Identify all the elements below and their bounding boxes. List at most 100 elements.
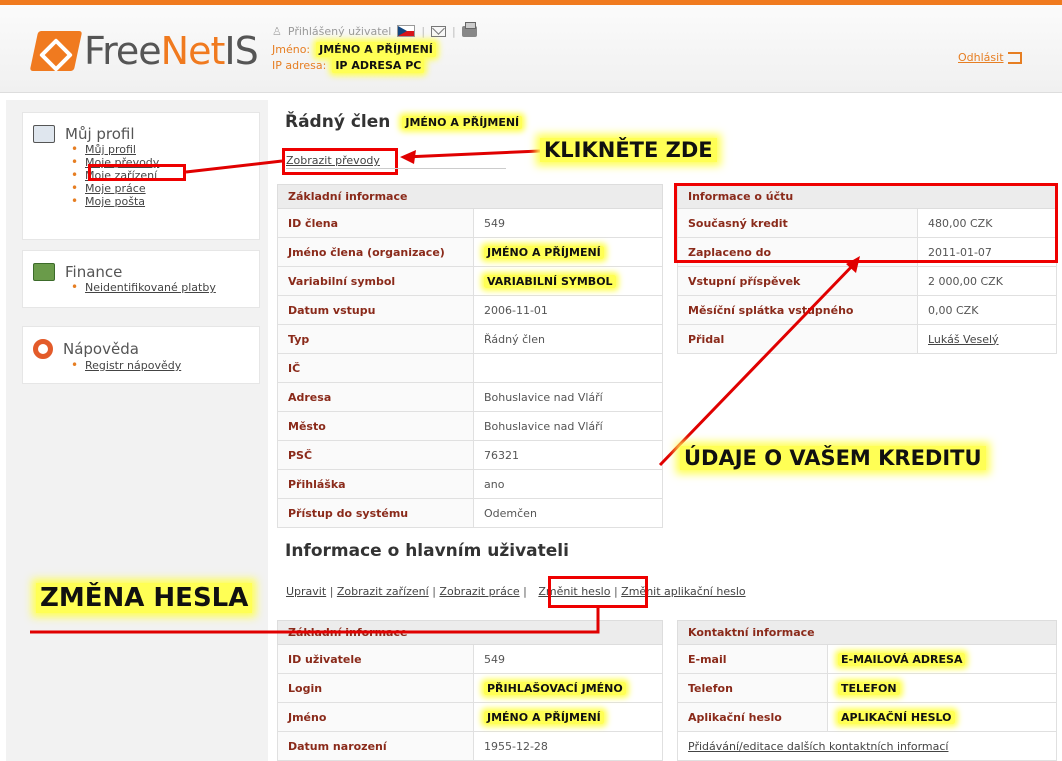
row-value: ano [473,469,663,499]
ip-value: IP ADRESA PC [332,57,425,73]
table-row: Jméno JMÉNO A PŘÍJMENÍ [277,702,663,732]
table-row: Město Bohuslavice nad Vláří [277,411,663,441]
table-row: E-mail E-MAILOVÁ ADRESA [677,644,1057,674]
sidebar-item-my-mail[interactable]: Moje pošta [71,195,259,208]
row-value: Bohuslavice nad Vláří [473,382,663,412]
table-row: Datum narození 1955-12-28 [277,731,663,761]
print-icon[interactable] [461,21,477,37]
sidebar-item-my-profile[interactable]: Můj profil [71,143,259,156]
page-title-text: Řádný člen [285,112,391,132]
row-key: Datum narození [277,731,474,761]
annotation-credit: ÚDAJE O VAŠEM KREDITU [680,446,986,470]
logout[interactable]: Odhlásit [958,51,1022,64]
row-key: Variabilní symbol [277,266,474,296]
logout-icon[interactable] [1007,51,1022,64]
top-link-underline [286,168,506,169]
user-info: ♙ Přihlášený uživatel | | Jméno: JMÉNO A… [272,21,477,73]
table-row: Přístup do systému Odemčen [277,498,663,528]
row-value: 76321 [473,440,663,470]
name-label: Jméno: [272,42,311,56]
table-row: Měsíční splátka vstupného 0,00 CZK [677,295,1057,325]
row-value: E-MAILOVÁ ADRESA [838,652,966,666]
row-key: Přihláška [277,469,474,499]
annotation-box-change-password [548,576,648,608]
table-row: IČ [277,353,663,383]
edit-link[interactable]: Upravit [286,585,326,598]
logo-text-is: IS [224,29,258,73]
row-value: TELEFON [838,681,900,695]
sidebar-item-my-profile-link[interactable]: Můj profil [85,143,136,156]
logo-text-net: Net [160,29,226,73]
show-devices-link[interactable]: Zobrazit zařízení [337,585,429,598]
czech-flag-icon[interactable] [397,25,416,37]
sidebar-item-help-registry[interactable]: Registr nápovědy [71,359,259,372]
table-row: ID člena 549 [277,208,663,238]
row-value: PŘIHLAŠOVACÍ JMÉNO [484,681,626,695]
row-value: 2 000,00 CZK [917,266,1057,296]
table-row: Přihláška ano [277,469,663,499]
sidebar-item-my-mail-link[interactable]: Moje pošta [85,195,145,208]
profile-card-icon [33,125,55,143]
user-icon: ♙ [272,24,282,38]
table-row: PSČ 76321 [277,440,663,470]
row-value [473,353,663,383]
sidebar-item-my-works[interactable]: Moje práce [71,182,259,195]
table-row: Jméno člena (organizace) JMÉNO A PŘÍJMENÍ [277,237,663,267]
sidebar-item-unidentified-payments-link[interactable]: Neidentifikované platby [85,281,216,294]
table-row: ID uživatele 549 [277,644,663,674]
row-value: VARIABILNÍ SYMBOL [484,274,616,288]
table-row: Aplikační heslo APLIKAČNÍ HESLO [677,702,1057,732]
lifebuoy-icon [33,339,53,359]
money-icon [33,263,55,281]
table-row: Typ Řádný člen [277,324,663,354]
user-basic-table: Základní informace ID uživatele 549 Login… [277,620,663,761]
row-value: Bohuslavice nad Vláří [473,411,663,441]
sidebar-help-box: Nápověda Registr nápovědy [22,326,260,384]
table-row: Přidal Lukáš Veselý [677,324,1057,354]
edit-contacts-link[interactable]: Přidávání/editace dalších kontaktních in… [688,740,948,753]
sidebar-item-unidentified-payments[interactable]: Neidentifikované platby [71,281,259,294]
row-value: APLIKAČNÍ HESLO [838,710,955,724]
row-key: Město [277,411,474,441]
row-value: Odemčen [473,498,663,528]
row-value: 549 [473,644,663,674]
row-key: Telefon [677,673,828,703]
page-title: Řádný člen JMÉNO A PŘÍJMENÍ [285,112,523,132]
row-key: Datum vstupu [277,295,474,325]
logo-text-free: Free [84,29,162,73]
sidebar: Můj profil Můj profil Moje převody Moje … [6,100,268,761]
main-user-title: Informace o hlavním uživateli [285,541,569,561]
header: FreeNetIS ♙ Přihlášený uživatel | | Jmén… [0,5,1062,93]
row-value: Řádný člen [473,324,663,354]
sidebar-item-help-registry-link[interactable]: Registr nápovědy [85,359,181,372]
table-row: Telefon TELEFON [677,673,1057,703]
show-transfers-link[interactable]: Zobrazit převody [286,154,380,167]
table-row: Variabilní symbol VARIABILNÍ SYMBOL [277,266,663,296]
sidebar-item-my-works-link[interactable]: Moje práce [85,182,146,195]
contact-info-table: Kontaktní informace E-mail E-MAILOVÁ ADRE… [677,620,1057,761]
name-value: JMÉNO A PŘÍJMENÍ [316,41,436,57]
table-row: Datum vstupu 2006-11-01 [277,295,663,325]
row-key: Typ [277,324,474,354]
logout-link[interactable]: Odhlásit [958,51,1004,64]
mail-icon[interactable] [431,25,447,37]
row-value: 0,00 CZK [917,295,1057,325]
row-key: PSČ [277,440,474,470]
added-by-link[interactable]: Lukáš Veselý [928,333,999,346]
ip-label: IP adresa: [272,58,327,72]
row-value: 549 [473,208,663,238]
main-user-links: Upravit | Zobrazit zařízení | Zobrazit p… [286,585,746,598]
annotation-click-here: KLIKNĚTE ZDE [540,138,717,162]
row-key: ID uživatele [277,644,474,674]
logo[interactable]: FreeNetIS [29,27,259,75]
row-value: 2006-11-01 [473,295,663,325]
row-key: Měsíční splátka vstupného [677,295,918,325]
table-row: Adresa Bohuslavice nad Vláří [277,382,663,412]
contact-info-header: Kontaktní informace [677,620,1057,645]
sidebar-help-title: Nápověda [63,340,139,358]
show-works-link[interactable]: Zobrazit práce [439,585,519,598]
row-key: ID člena [277,208,474,238]
arrow-line-click-here [404,149,541,159]
row-key: Aplikační heslo [677,702,828,732]
annotation-box-my-transfers [88,164,186,181]
